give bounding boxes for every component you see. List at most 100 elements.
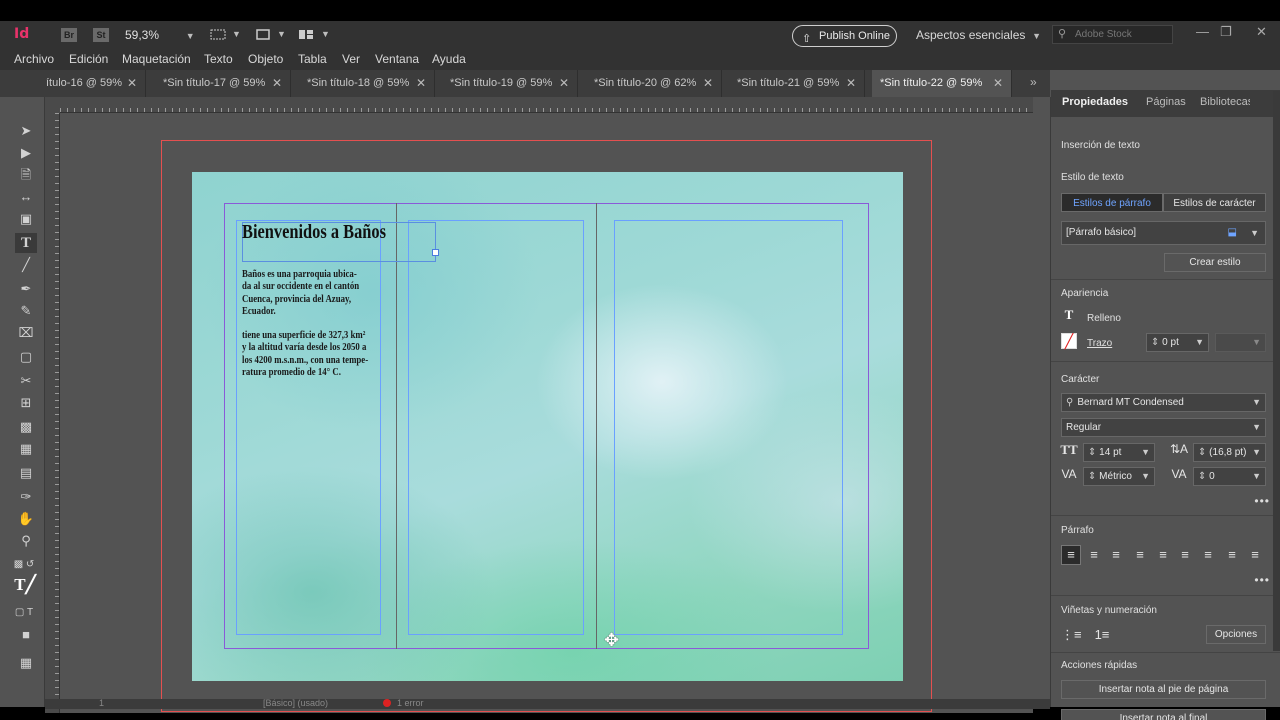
menu-ventana[interactable]: Ventana (375, 52, 419, 66)
hand-tool-icon[interactable]: ✋ (15, 509, 37, 529)
menu-ver[interactable]: Ver (342, 52, 360, 66)
body-text[interactable]: Baños es una parroquia ubica- da al sur … (242, 268, 382, 390)
tab-propiedades[interactable]: Propiedades (1062, 96, 1128, 108)
pasteboard[interactable]: Bienvenidos a Baños Baños es una parroqu… (60, 113, 1033, 713)
chevron-down-icon[interactable]: ▼ (232, 29, 241, 39)
zoom-level[interactable]: 59,3% ▼ (125, 28, 195, 42)
stepper-icon[interactable]: ⇕ (1198, 471, 1206, 482)
horizontal-ruler[interactable] (60, 97, 1033, 113)
bridge-button[interactable]: Br (61, 28, 77, 42)
stepper-icon[interactable]: ⇕ (1151, 337, 1159, 348)
formatting-container-icon[interactable]: ▢ T (9, 603, 39, 623)
justify-all-icon[interactable]: ≡ (1200, 547, 1216, 562)
menu-texto[interactable]: Texto (204, 52, 233, 66)
stock-button[interactable]: St (93, 28, 109, 42)
insert-footnote-button[interactable]: Insertar nota al pie de página (1061, 680, 1266, 699)
out-port-handle[interactable] (432, 249, 439, 256)
chevron-down-icon[interactable]: ▼ (1141, 468, 1150, 485)
stepper-icon[interactable]: ⇕ (1088, 471, 1096, 482)
preflight-profile[interactable]: [Básico] (usado) (263, 698, 328, 708)
chevron-down-icon[interactable]: ▼ (1250, 222, 1259, 244)
minimize-icon[interactable]: — (1196, 24, 1209, 39)
workspace-switcher[interactable]: Aspectos esenciales ▼ (916, 28, 1041, 42)
formatting-text-icon[interactable]: T╱ (11, 575, 39, 595)
chevron-down-icon[interactable]: ▼ (1252, 334, 1261, 351)
close-icon[interactable]: ✕ (703, 70, 713, 97)
gap-tool-icon[interactable]: ↔ (15, 187, 37, 207)
type-tool-icon[interactable]: T (15, 233, 37, 253)
chevron-down-icon[interactable]: ▼ (321, 29, 330, 39)
more-tabs-icon[interactable]: » (1030, 75, 1037, 89)
menu-maquetacion[interactable]: Maquetación (122, 52, 191, 66)
fill-text-icon[interactable]: T (1061, 307, 1077, 323)
close-icon[interactable]: ✕ (416, 70, 426, 97)
align-towards-spine-icon[interactable]: ≡ (1224, 547, 1240, 562)
panel-scrollbar[interactable] (1273, 91, 1280, 651)
tab-document[interactable]: *Sin título-20 @ 62% ✕ (586, 70, 722, 97)
pen-tool-icon[interactable]: ✒ (15, 279, 37, 299)
zoom-tool-icon[interactable]: ⚲ (15, 531, 37, 551)
justify-center-icon[interactable]: ≡ (1155, 547, 1171, 562)
text-column-frame[interactable] (408, 220, 584, 635)
frame-edges-icon[interactable] (210, 28, 226, 41)
note-tool-icon[interactable]: ▤ (15, 463, 37, 483)
new-style-icon[interactable]: ⬓ (1228, 222, 1237, 244)
swap-colors-icon[interactable]: ▩ ↺ (9, 555, 39, 575)
page-heading[interactable]: Bienvenidos a Baños (242, 221, 386, 244)
tab-document[interactable]: *Sin título-17 @ 59% ✕ (155, 70, 291, 97)
tab-document[interactable]: ítulo-16 @ 59% ✕ (38, 70, 146, 97)
pencil-tool-icon[interactable]: ✎ (15, 301, 37, 321)
more-options-icon[interactable]: ••• (1254, 573, 1270, 587)
ruler-origin[interactable] (45, 97, 60, 113)
chevron-down-icon[interactable]: ▼ (1252, 444, 1261, 461)
line-tool-icon[interactable]: ╱ (15, 255, 37, 275)
stepper-icon[interactable]: ⇕ (1198, 447, 1206, 458)
tab-document-active[interactable]: *Sin título-22 @ 59% ✕ (872, 70, 1012, 97)
chevron-down-icon[interactable]: ▼ (277, 29, 286, 39)
screen-mode-icon[interactable] (255, 28, 271, 41)
tab-document[interactable]: *Sin título-18 @ 59% ✕ (299, 70, 435, 97)
menu-edicion[interactable]: Edición (69, 52, 108, 66)
close-icon[interactable]: ✕ (1256, 24, 1267, 40)
page-number[interactable]: 1 (99, 698, 104, 708)
close-icon[interactable]: ✕ (272, 70, 282, 97)
stroke-none-icon[interactable]: ╱ (1061, 333, 1077, 349)
stroke-label[interactable]: Trazo (1087, 338, 1112, 349)
bullets-options-button[interactable]: Opciones (1206, 625, 1266, 644)
arrange-documents-icon[interactable] (298, 28, 314, 41)
tab-paginas[interactable]: Páginas (1146, 96, 1186, 108)
insert-endnote-button[interactable]: Insertar nota al final (1061, 709, 1266, 720)
tab-bibliotecas[interactable]: Bibliotecas (1200, 96, 1250, 108)
vertical-ruler[interactable] (45, 113, 60, 713)
font-size-field[interactable]: ⇕ 14 pt ▼ (1083, 443, 1155, 462)
paragraph-style-select[interactable]: [Párrafo básico] ⬓ ▼ (1061, 221, 1266, 245)
close-icon[interactable]: ✕ (846, 70, 856, 97)
chevron-down-icon[interactable]: ▼ (1141, 444, 1150, 461)
text-column-frame[interactable] (614, 220, 843, 635)
menu-ayuda[interactable]: Ayuda (432, 52, 466, 66)
gradient-swatch-tool-icon[interactable]: ▩ (15, 417, 37, 437)
numbered-list-icon[interactable]: 1≡ (1093, 627, 1111, 642)
justify-right-icon[interactable]: ≡ (1177, 547, 1193, 562)
close-icon[interactable]: ✕ (993, 70, 1003, 97)
chevron-down-icon[interactable]: ▼ (1195, 334, 1204, 351)
gradient-feather-tool-icon[interactable]: ▦ (15, 439, 37, 459)
restore-icon[interactable]: ❐ (1220, 24, 1232, 40)
document-page[interactable]: Bienvenidos a Baños Baños es una parroqu… (192, 172, 903, 681)
stroke-weight-field[interactable]: ⇕ 0 pt ▼ (1146, 333, 1209, 352)
tab-document[interactable]: *Sin título-21 @ 59% ✕ (729, 70, 865, 97)
rectangle-tool-icon[interactable]: ▢ (15, 347, 37, 367)
chevron-down-icon[interactable]: ▼ (1252, 394, 1261, 411)
character-styles-tab[interactable]: Estilos de carácter (1163, 193, 1266, 212)
chevron-down-icon[interactable]: ▼ (1252, 468, 1261, 485)
content-collector-icon[interactable]: ▣ (15, 209, 37, 229)
menu-tabla[interactable]: Tabla (298, 52, 327, 66)
scissors-tool-icon[interactable]: ✂ (15, 371, 37, 391)
page-tool-icon[interactable]: 🗎 (15, 165, 37, 185)
eyedropper-tool-icon[interactable]: ✑ (15, 487, 37, 507)
tracking-field[interactable]: ⇕ 0 ▼ (1193, 467, 1266, 486)
align-center-icon[interactable]: ≡ (1086, 547, 1102, 562)
paragraph-styles-tab[interactable]: Estilos de párrafo (1061, 193, 1163, 212)
justify-left-icon[interactable]: ≡ (1132, 547, 1148, 562)
adobe-stock-search[interactable]: ⚲ Adobe Stock (1052, 25, 1173, 44)
